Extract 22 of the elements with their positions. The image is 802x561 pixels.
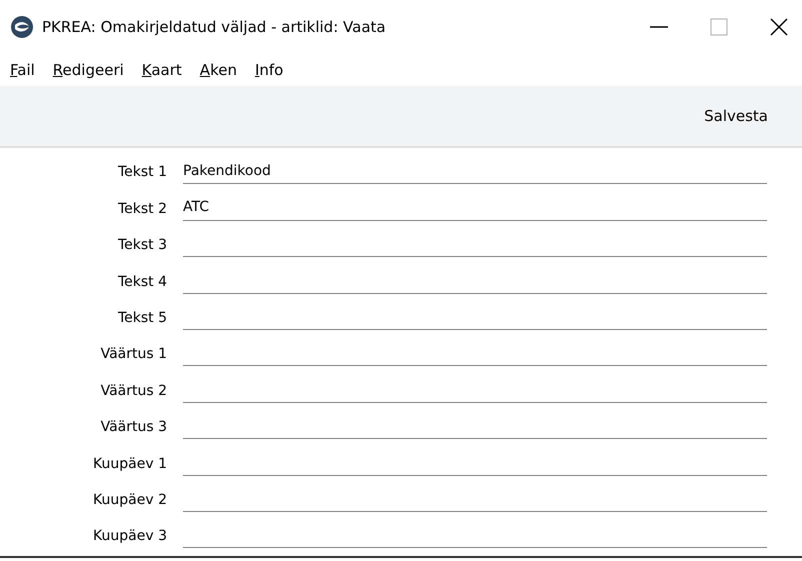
field-label: Väärtus 1 xyxy=(100,346,167,364)
close-icon[interactable] xyxy=(770,18,788,36)
logo-icon xyxy=(10,15,34,39)
field-label: Tekst 1 xyxy=(116,164,167,182)
field-label: Tekst 3 xyxy=(116,237,167,256)
menu-item[interactable]: Aken xyxy=(200,61,237,79)
menu-item[interactable]: Redigeeri xyxy=(52,61,124,79)
field-label: Väärtus 2 xyxy=(100,382,167,401)
input-field[interactable]: ATC xyxy=(183,194,767,221)
window-title: PKREA: Omakirjeldatud väljad - artiklid: Vaata xyxy=(42,18,387,36)
field-label: Kuupäev 1 xyxy=(92,456,167,474)
menu-item[interactable]: Fail xyxy=(10,61,35,79)
field-label: Tekst 2 xyxy=(116,200,167,219)
field-label: Kuupäev 3 xyxy=(92,528,167,546)
field-label: Tekst 5 xyxy=(116,310,167,328)
menu-item[interactable]: Kaart xyxy=(142,61,182,79)
field-label: Kuupäev 2 xyxy=(92,492,167,510)
save-button[interactable]: Salvesta xyxy=(704,105,768,127)
field-label: Tekst 4 xyxy=(116,274,167,292)
input-field[interactable]: Pakendikood xyxy=(183,158,767,184)
menu-item[interactable]: Info xyxy=(254,61,284,79)
field-label: Väärtus 3 xyxy=(100,419,167,438)
